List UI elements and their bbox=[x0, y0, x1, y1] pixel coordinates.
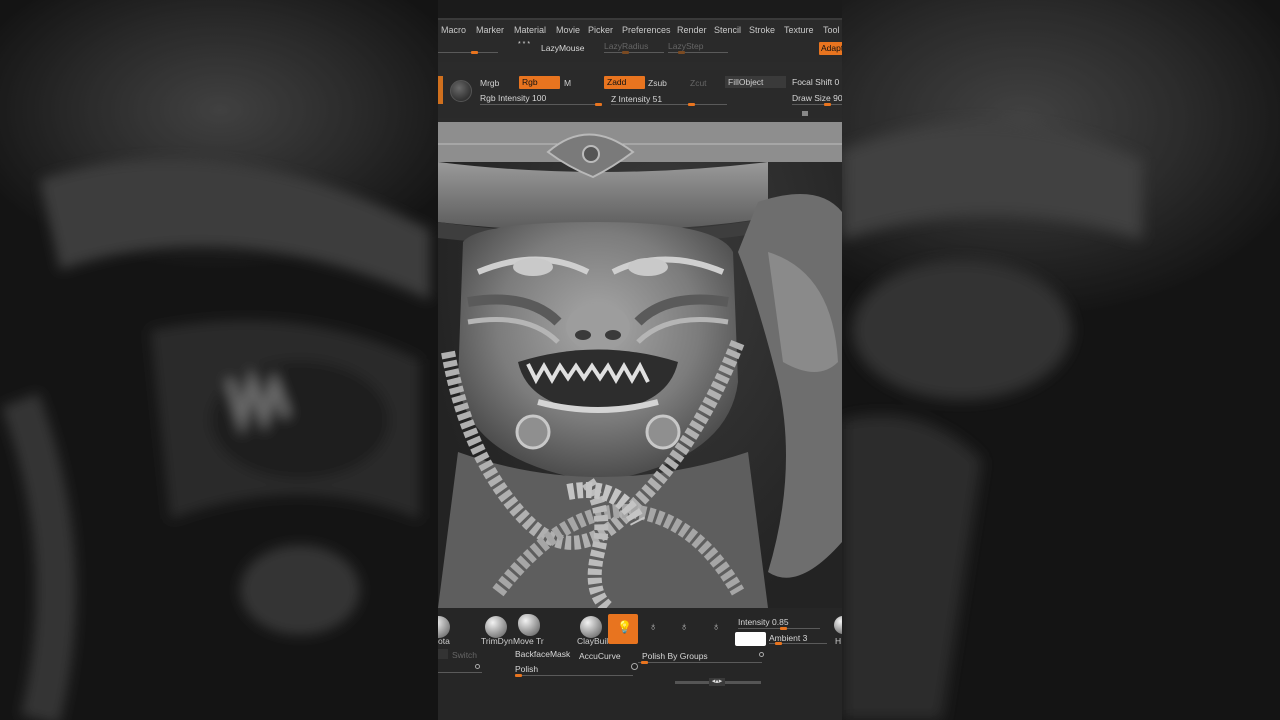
brush-label-rota: ota bbox=[438, 636, 450, 646]
brush-thumb-h[interactable] bbox=[834, 616, 842, 634]
intensity-slider[interactable]: Intensity 0.85 bbox=[738, 617, 789, 627]
lightbulb-icon: 💡 bbox=[617, 620, 632, 634]
lazystep-track[interactable] bbox=[668, 52, 728, 53]
bottom-brush-panel: ota TrimDyn Move Tr ClayBuil 💡 ♁ ♁ ♁ Int… bbox=[438, 608, 842, 720]
lazymouse-stars: * * * bbox=[518, 41, 531, 48]
z-intensity-slider[interactable]: Z Intensity 51 bbox=[611, 94, 662, 104]
zcut-button[interactable]: Zcut bbox=[690, 78, 707, 88]
switch-checkbox[interactable] bbox=[438, 649, 448, 659]
blurred-background-right bbox=[842, 0, 1280, 720]
brush-icon[interactable] bbox=[450, 80, 472, 102]
left-slider-track[interactable] bbox=[438, 52, 498, 53]
accucurve-button[interactable]: AccuCurve bbox=[579, 651, 621, 661]
panel-nav-arrows-icon[interactable]: ◂▴▸ bbox=[709, 678, 725, 686]
lightbulb-icon[interactable]: ♁ bbox=[680, 621, 688, 633]
menu-preferences[interactable]: Preferences bbox=[622, 25, 671, 35]
light-slot-active[interactable]: 💡 bbox=[608, 614, 638, 644]
menu-movie[interactable]: Movie bbox=[556, 25, 580, 35]
blurred-background-left bbox=[0, 0, 438, 720]
rgb-button[interactable]: Rgb bbox=[519, 76, 560, 89]
polish-slider[interactable]: Polish bbox=[515, 664, 538, 674]
switch-dot[interactable] bbox=[475, 664, 480, 669]
menu-macro[interactable]: Macro bbox=[441, 25, 466, 35]
intensity-track[interactable] bbox=[738, 628, 820, 629]
focal-shift-value: 0 bbox=[834, 77, 840, 87]
lazymouse-button[interactable]: LazyMouse bbox=[541, 43, 584, 53]
toolbar-scroll-handle[interactable] bbox=[802, 111, 808, 116]
menu-bar: Macro Marker Material Movie Picker Prefe… bbox=[438, 20, 842, 40]
polish-track[interactable] bbox=[515, 675, 633, 676]
menu-tool[interactable]: Tool bbox=[823, 25, 840, 35]
switch-button[interactable]: Switch bbox=[452, 650, 477, 660]
menu-texture[interactable]: Texture bbox=[784, 25, 814, 35]
ambient-value: 3 bbox=[802, 633, 808, 643]
draw-size-slider[interactable]: Draw Size 90 bbox=[792, 93, 842, 103]
z-intensity-track[interactable] bbox=[611, 104, 727, 105]
fillobject-button[interactable]: FillObject bbox=[725, 76, 786, 88]
rgb-intensity-value: 100 bbox=[532, 93, 547, 103]
lightbulb-icon[interactable]: ♁ bbox=[712, 621, 720, 633]
zbrush-window: Macro Marker Material Movie Picker Prefe… bbox=[438, 0, 842, 720]
brush-label-move: Move Tr bbox=[513, 636, 544, 646]
zadd-button[interactable]: Zadd bbox=[604, 76, 645, 89]
samurai-sculpt bbox=[438, 122, 842, 608]
draw-size-track[interactable] bbox=[792, 104, 842, 105]
light-color-swatch[interactable] bbox=[735, 632, 766, 646]
lazystep-knob[interactable] bbox=[678, 51, 685, 54]
brush-thumb-move[interactable] bbox=[518, 614, 540, 636]
menu-picker[interactable]: Picker bbox=[588, 25, 613, 35]
menu-stencil[interactable]: Stencil bbox=[714, 25, 741, 35]
menu-material[interactable]: Material bbox=[514, 25, 546, 35]
brush-thumb-trimdynamic[interactable] bbox=[485, 616, 507, 638]
rgb-intensity-track[interactable] bbox=[480, 104, 602, 105]
backfacemask-button[interactable]: BackfaceMask bbox=[515, 649, 570, 659]
polish-by-groups-slider[interactable]: Polish By Groups bbox=[642, 651, 708, 661]
z-intensity-value: 51 bbox=[652, 94, 663, 104]
intensity-knob[interactable] bbox=[780, 627, 787, 630]
polish-by-groups-dot[interactable] bbox=[759, 652, 764, 657]
z-intensity-knob[interactable] bbox=[688, 103, 695, 106]
lazyradius-slider[interactable]: LazyRadius bbox=[604, 41, 648, 51]
brush-label-claybuild: ClayBuil bbox=[577, 636, 609, 646]
menu-render[interactable]: Render bbox=[677, 25, 707, 35]
lazymouse-row: * * * LazyMouse LazyRadius LazyStep Adap… bbox=[438, 40, 842, 62]
brush-toolbar: Mrgb Rgb M Zadd Zsub Zcut FillObject Foc… bbox=[438, 70, 842, 118]
title-strip bbox=[438, 0, 842, 20]
brush-label-h: H bbox=[835, 636, 842, 646]
polish-dot[interactable] bbox=[631, 663, 638, 670]
brush-thumb-rota[interactable] bbox=[438, 616, 450, 638]
lazyradius-knob[interactable] bbox=[622, 51, 629, 54]
lightbulb-icon[interactable]: ♁ bbox=[649, 621, 657, 633]
draw-size-knob[interactable] bbox=[824, 103, 831, 106]
polish-by-groups-knob[interactable] bbox=[641, 661, 648, 664]
menu-stroke[interactable]: Stroke bbox=[749, 25, 775, 35]
brush-thumb-claybuildup[interactable] bbox=[580, 616, 602, 638]
m-button[interactable]: M bbox=[564, 78, 571, 88]
canvas-viewport[interactable] bbox=[438, 122, 842, 608]
menu-marker[interactable]: Marker bbox=[476, 25, 504, 35]
lazystep-slider[interactable]: LazyStep bbox=[668, 41, 703, 51]
left-slider-knob[interactable] bbox=[471, 51, 478, 54]
mrgb-button[interactable]: Mrgb bbox=[480, 78, 499, 88]
toolbar-edge-marker bbox=[438, 76, 443, 104]
ambient-knob[interactable] bbox=[775, 642, 782, 645]
focal-shift-slider[interactable]: Focal Shift 0 bbox=[792, 77, 839, 87]
lazyradius-track[interactable] bbox=[604, 52, 664, 53]
zsub-button[interactable]: Zsub bbox=[648, 78, 667, 88]
rgb-intensity-slider[interactable]: Rgb Intensity 100 bbox=[480, 93, 546, 103]
polish-knob[interactable] bbox=[515, 674, 522, 677]
switch-track[interactable] bbox=[438, 672, 482, 673]
rgb-intensity-knob[interactable] bbox=[595, 103, 602, 106]
brush-label-trimdyn: TrimDyn bbox=[481, 636, 513, 646]
polish-by-groups-track[interactable] bbox=[638, 662, 762, 663]
adapt-button[interactable]: Adapt bbox=[819, 42, 842, 55]
draw-size-value: 90 bbox=[833, 93, 842, 103]
intensity-value: 0.85 bbox=[772, 617, 789, 627]
